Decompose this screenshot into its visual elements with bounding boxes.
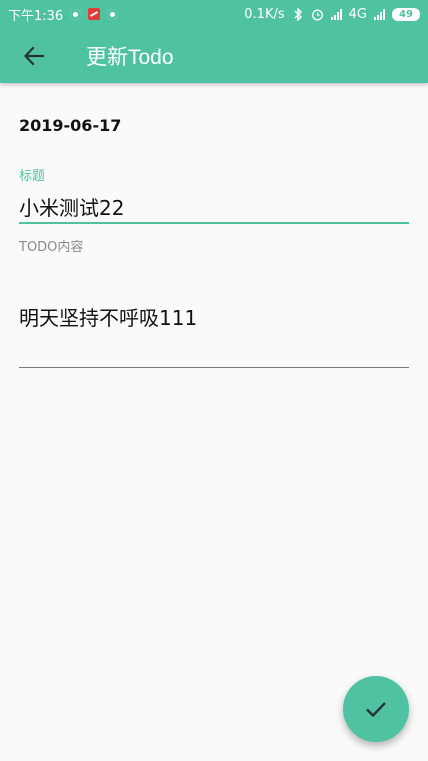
bluetooth-icon xyxy=(294,7,302,21)
network-type: 4G xyxy=(348,6,367,22)
page-title: 更新Todo xyxy=(86,45,174,69)
alarm-icon xyxy=(311,9,323,20)
status-bar-right: 0.1K/s 4G 49 xyxy=(244,7,420,22)
check-icon xyxy=(366,702,386,718)
status-bar-left: 下午1:36 xyxy=(8,5,119,24)
title-input[interactable] xyxy=(19,190,409,224)
status-time: 下午1:36 xyxy=(8,8,64,24)
back-button[interactable] xyxy=(20,42,48,70)
notification-icon xyxy=(70,8,82,20)
signal-icon xyxy=(330,8,342,20)
content-input[interactable]: 明天坚持不呼吸111 xyxy=(19,296,409,368)
status-bar: 下午1:36 0.1K/s 4G 49 xyxy=(0,0,428,28)
title-label: 标题 xyxy=(19,169,46,184)
app-bar: 更新Todo xyxy=(0,28,428,83)
arrow-left-icon xyxy=(23,45,45,66)
todo-date: 2019-06-17 xyxy=(19,116,122,135)
stock-app-icon xyxy=(88,8,101,20)
save-fab-button[interactable] xyxy=(343,676,409,742)
signal-icon xyxy=(374,8,385,20)
notification-icon xyxy=(107,8,119,20)
content-label: TODO内容 xyxy=(19,240,84,255)
net-speed: 0.1K/s xyxy=(244,6,285,22)
battery-icon: 49 xyxy=(392,7,420,21)
